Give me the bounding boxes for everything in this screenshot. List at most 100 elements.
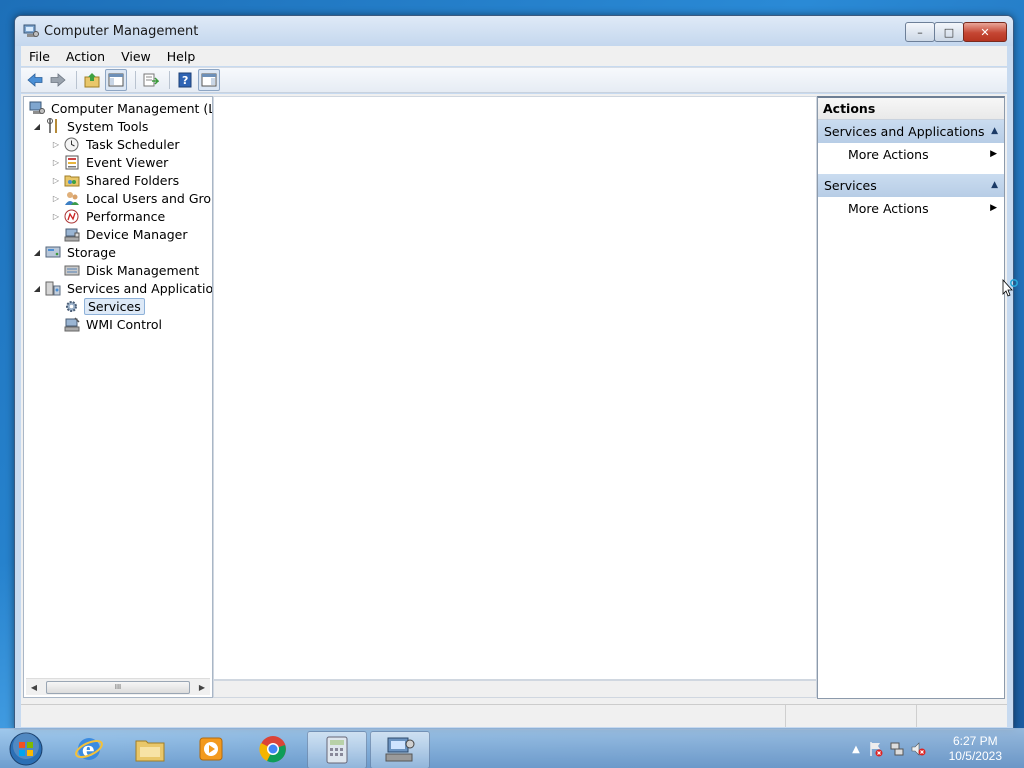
help-icon: ? xyxy=(178,72,192,88)
computer-management-app-icon[interactable] xyxy=(23,24,39,38)
services-applications-icon xyxy=(44,280,61,296)
collapsed-arrow-icon[interactable]: ▷ xyxy=(51,158,61,167)
collapsed-arrow-icon[interactable]: ▷ xyxy=(51,176,61,185)
submenu-arrow-icon: ▶ xyxy=(990,203,997,213)
collapsed-arrow-icon[interactable]: ▷ xyxy=(51,140,61,149)
results-pane[interactable] xyxy=(213,96,817,680)
chrome-icon xyxy=(259,736,286,763)
tree-item-storage[interactable]: ◢ Storage xyxy=(32,243,118,261)
minimize-button[interactable]: – xyxy=(905,22,935,42)
tree-label: Services xyxy=(84,297,145,315)
actions-section-services[interactable]: Services ▲ xyxy=(818,174,1004,197)
back-icon xyxy=(27,73,43,87)
submenu-arrow-icon: ▶ xyxy=(990,149,997,159)
tree-item-disk-management[interactable]: Disk Management xyxy=(61,261,201,279)
tree-label: Shared Folders xyxy=(86,172,180,188)
tree-item-task-scheduler[interactable]: ▷ Task Scheduler xyxy=(51,135,182,153)
tree-item-services-applications[interactable]: ◢ Services and Applications xyxy=(32,279,212,297)
wmi-control-icon xyxy=(63,316,80,332)
tree-item-event-viewer[interactable]: ▷ Event Viewer xyxy=(51,153,170,171)
menu-bar: File Action View Help xyxy=(21,46,1007,66)
tree-item-wmi-control[interactable]: WMI Control xyxy=(61,315,164,333)
tree-label: System Tools xyxy=(67,118,149,134)
volume-muted-icon[interactable] xyxy=(910,741,926,757)
media-player-icon xyxy=(199,737,223,761)
more-actions-item[interactable]: More Actions ▶ xyxy=(818,143,1004,166)
tree-item-performance[interactable]: ▷ Performance xyxy=(51,207,167,225)
tree-item-shared-folders[interactable]: ▷ Shared Folders xyxy=(51,171,181,189)
menu-file[interactable]: File xyxy=(21,49,58,64)
taskbar-computer-management[interactable] xyxy=(370,731,430,768)
menu-action[interactable]: Action xyxy=(58,49,113,64)
tree-item-root[interactable]: Computer Management (Local xyxy=(26,99,212,117)
computer-management-icon xyxy=(28,100,45,116)
internet-explorer-icon: e xyxy=(75,737,103,761)
tree-label: Performance xyxy=(86,208,166,224)
expanded-arrow-icon[interactable]: ◢ xyxy=(32,122,42,131)
tree-item-device-manager[interactable]: Device Manager xyxy=(61,225,190,243)
taskbar-calculator[interactable] xyxy=(307,731,367,768)
clock[interactable]: 6:27 PM 10/5/2023 xyxy=(949,734,1002,764)
clock-icon xyxy=(63,136,80,152)
tree-item-local-users-groups[interactable]: ▷ Local Users and Groups xyxy=(51,189,212,207)
menu-help[interactable]: Help xyxy=(159,49,204,64)
disk-management-icon xyxy=(63,262,80,278)
start-button[interactable] xyxy=(6,731,46,767)
network-icon[interactable] xyxy=(889,741,905,757)
taskbar-chrome[interactable] xyxy=(244,731,302,767)
minimize-icon: – xyxy=(917,25,923,39)
event-viewer-icon xyxy=(63,154,80,170)
show-hide-console-tree-button[interactable] xyxy=(105,69,127,91)
clock-date: 10/5/2023 xyxy=(948,749,1002,763)
windows-explorer-icon xyxy=(135,740,165,762)
expanded-arrow-icon[interactable]: ◢ xyxy=(32,284,42,293)
help-button[interactable]: ? xyxy=(175,70,195,90)
collapse-up-icon[interactable]: ▲ xyxy=(991,174,998,197)
back-button[interactable] xyxy=(25,70,45,90)
section-label: Services xyxy=(824,178,877,193)
collapse-up-icon[interactable]: ▲ xyxy=(991,120,998,143)
shared-folder-icon xyxy=(63,172,80,188)
show-hidden-icons-icon[interactable]: ▲ xyxy=(848,741,864,757)
toolbar: ? xyxy=(21,67,1007,93)
actions-section-services-applications[interactable]: Services and Applications ▲ xyxy=(818,120,1004,143)
scroll-right-icon[interactable]: ▶ xyxy=(194,679,210,695)
tree-label: WMI Control xyxy=(86,316,162,332)
svg-text:?: ? xyxy=(182,74,188,87)
scroll-thumb[interactable]: III xyxy=(46,681,190,694)
title-bar[interactable]: Computer Management – □ ✕ xyxy=(15,16,1013,46)
action-center-icon[interactable] xyxy=(868,741,884,757)
tree-label: Task Scheduler xyxy=(86,136,180,152)
collapsed-arrow-icon[interactable]: ▷ xyxy=(51,194,61,203)
scroll-left-icon[interactable]: ◀ xyxy=(26,679,42,695)
taskbar-windows-explorer[interactable] xyxy=(121,731,179,767)
maximize-icon: □ xyxy=(943,25,955,39)
taskbar-internet-explorer[interactable]: e xyxy=(60,731,118,767)
menu-view[interactable]: View xyxy=(113,49,159,64)
tree-horizontal-scrollbar[interactable]: ◀ III ▶ xyxy=(26,678,210,695)
window-title: Computer Management xyxy=(44,24,199,39)
system-tray: ▲ 6:27 PM 10/5/2023 xyxy=(844,729,1024,768)
performance-icon xyxy=(63,208,80,224)
more-actions-item[interactable]: More Actions ▶ xyxy=(818,197,1004,220)
collapsed-arrow-icon[interactable]: ▷ xyxy=(51,212,61,221)
maximize-button[interactable]: □ xyxy=(934,22,964,42)
mmc-client-area: Computer Management (Local ◢ System Tool… xyxy=(21,94,1007,727)
computer-management-icon xyxy=(385,737,415,762)
clock-time: 6:27 PM xyxy=(952,734,998,748)
close-button[interactable]: ✕ xyxy=(963,22,1007,42)
show-hide-action-pane-button[interactable] xyxy=(198,69,220,91)
export-list-button[interactable] xyxy=(141,70,161,90)
expanded-arrow-icon[interactable]: ◢ xyxy=(32,248,42,257)
forward-button[interactable] xyxy=(48,70,68,90)
taskbar-media-player[interactable] xyxy=(182,731,240,767)
device-manager-icon xyxy=(63,226,80,242)
tree-item-system-tools[interactable]: ◢ System Tools xyxy=(32,117,150,135)
tree-item-services[interactable]: Services xyxy=(61,297,145,315)
action-label: More Actions xyxy=(848,201,929,216)
status-cell xyxy=(917,705,1003,727)
computer-management-window: Computer Management – □ ✕ File Action Vi… xyxy=(14,15,1014,730)
actions-header: Actions xyxy=(818,98,1004,120)
calculator-icon xyxy=(326,736,348,764)
up-button[interactable] xyxy=(82,70,102,90)
